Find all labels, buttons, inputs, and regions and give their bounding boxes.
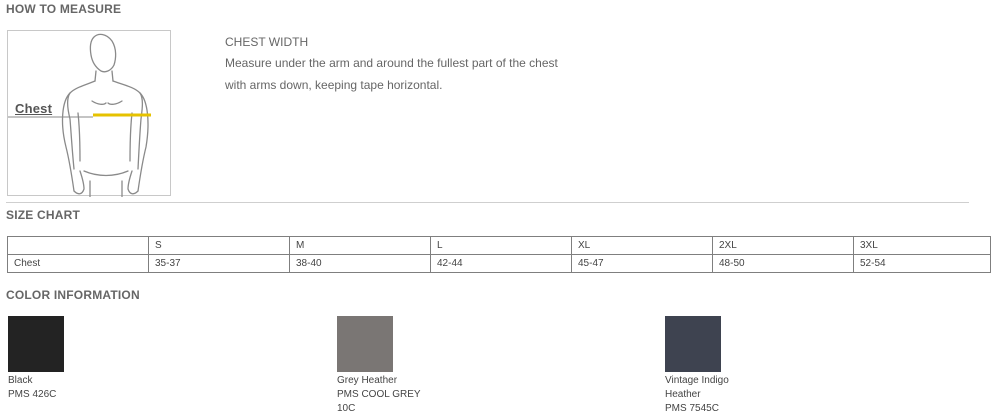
size-value-cell: 45-47 [571,254,713,273]
size-header-cell: L [430,236,572,255]
how-to-measure-heading: HOW TO MEASURE [6,2,122,16]
color-pms: Heather [665,389,701,400]
size-header-cell: S [148,236,290,255]
size-header-cell: M [289,236,431,255]
color-pms: 10C [337,403,356,414]
size-value-cell: 52-54 [853,254,991,273]
size-header-cell: 3XL [853,236,991,255]
size-value-cell: 38-40 [289,254,431,273]
measurement-figure: Chest [7,30,171,197]
size-value-cell: 48-50 [712,254,854,273]
color-label-vintage-indigo: Vintage Indigo Heather PMS 7545C [665,374,729,416]
color-pms: PMS 7545C [665,403,719,414]
size-header-cell [7,236,149,255]
color-name: Grey Heather [337,375,398,386]
color-swatch-black [8,316,64,372]
section-divider [6,202,969,203]
color-label-grey-heather: Grey Heather PMS COOL GREY 10C [337,374,421,416]
color-name: Vintage Indigo [665,375,729,386]
color-pms: PMS 426C [8,389,57,400]
color-name: Black [8,375,33,386]
size-header-row: S M L XL 2XL 3XL [7,236,991,255]
chest-figure-label: Chest [15,101,53,116]
color-swatch-grey-heather [337,316,393,372]
color-swatch-vintage-indigo [665,316,721,372]
table-row: Chest 35-37 38-40 42-44 45-47 48-50 52-5… [7,254,991,273]
size-header-cell: 2XL [712,236,854,255]
measure-instruction-line2: with arms down, keeping tape horizontal. [225,78,443,92]
size-chart-table: S M L XL 2XL 3XL Chest 35-37 38-40 42-44… [7,236,991,273]
size-value-cell: 42-44 [430,254,572,273]
color-label-black: Black PMS 426C [8,374,56,402]
color-pms: PMS COOL GREY [337,389,421,400]
size-chart-heading: SIZE CHART [6,208,80,222]
color-information-heading: COLOR INFORMATION [6,288,140,302]
chest-width-title: CHEST WIDTH [225,35,309,49]
measure-instruction-line1: Measure under the arm and around the ful… [225,56,558,70]
size-value-cell: 35-37 [148,254,290,273]
size-row-label: Chest [7,254,149,273]
size-header-cell: XL [571,236,713,255]
